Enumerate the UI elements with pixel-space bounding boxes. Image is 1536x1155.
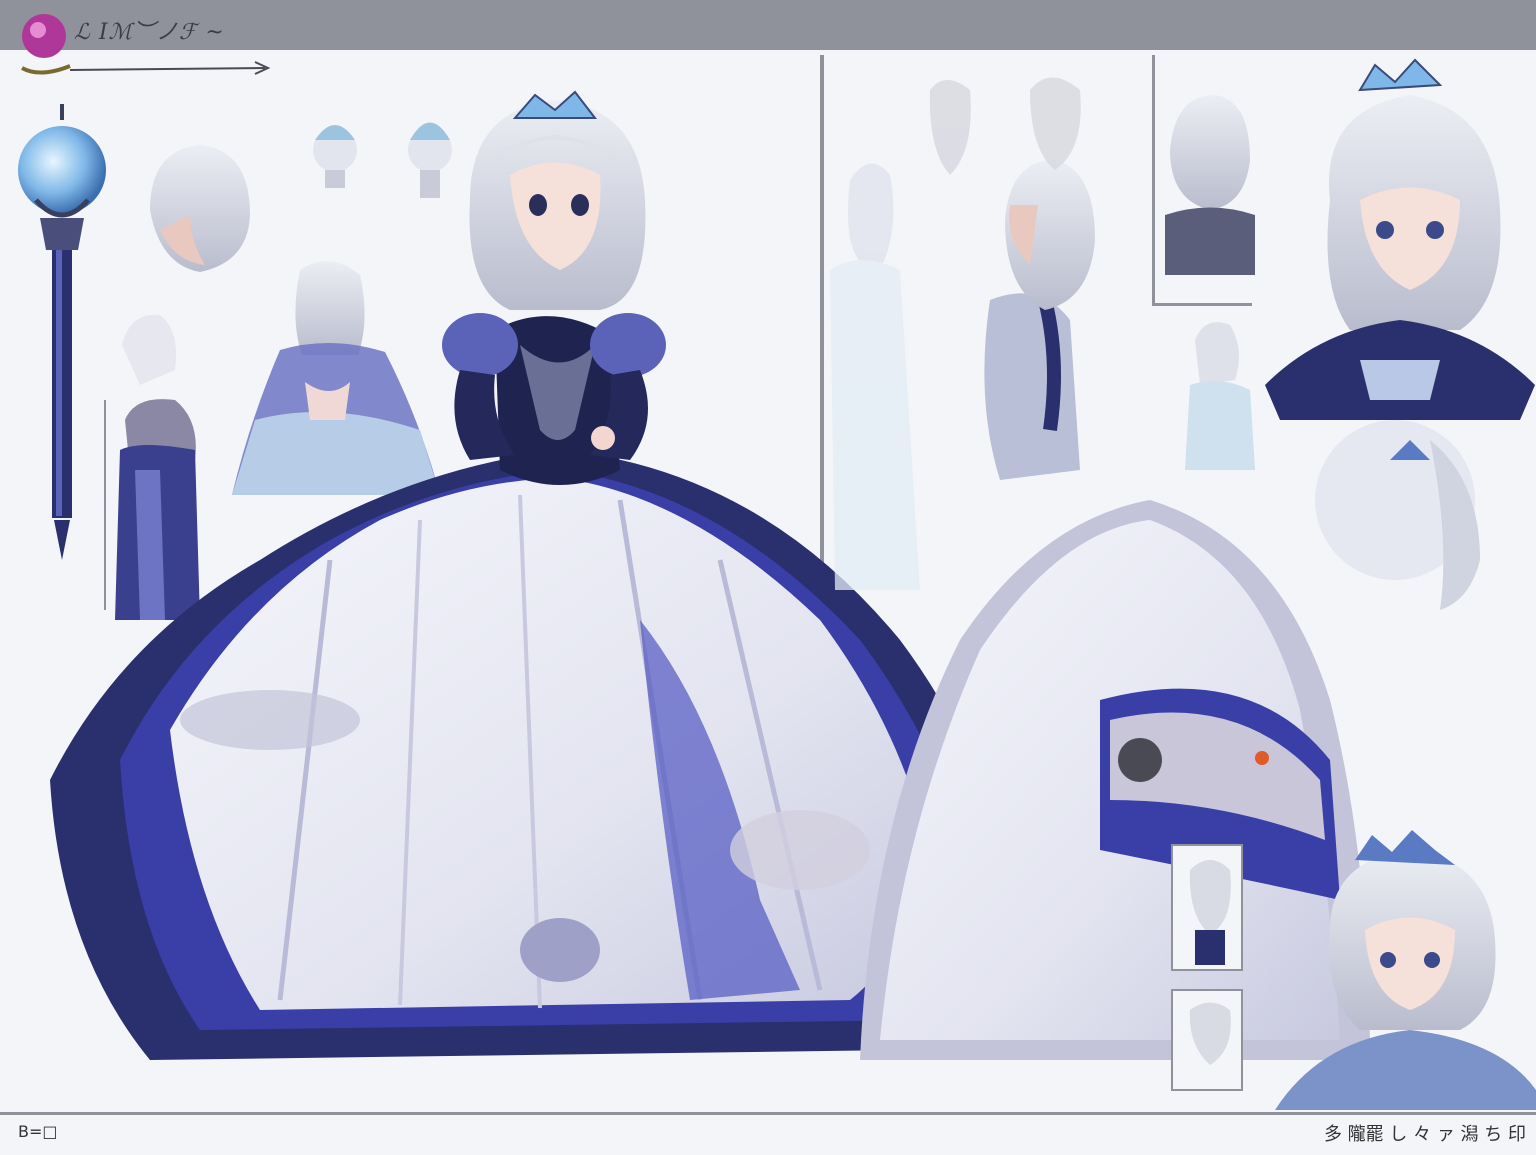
frame-line (1152, 55, 1155, 305)
head-sketch-2 (313, 125, 357, 188)
framed-thumbnail-1 (1171, 844, 1243, 971)
head-sketch-3 (408, 122, 452, 198)
framed-portrait (1165, 95, 1255, 275)
character-illustration (18, 14, 1536, 1110)
footer-strip (0, 1112, 1536, 1155)
crystal-staff (18, 104, 106, 560)
guide-line (820, 55, 824, 615)
head-sketch-1 (150, 145, 250, 272)
footer-left-label: B=□ (18, 1122, 58, 1141)
main-figure-back (860, 160, 1370, 1060)
bust-portrait (1265, 58, 1535, 420)
sheet-title: ℒ Iℳ︶ノℱ ~ (74, 20, 225, 45)
frame-line (1152, 303, 1252, 306)
back-view-sketch (232, 261, 440, 495)
framed-thumbnail-2 (1171, 989, 1243, 1091)
small-figure-sketch (1185, 322, 1255, 470)
footer-right-label: 多 隴罷 し 々 ァ 潟 ち 印 (1323, 1124, 1526, 1145)
side-head-large (1315, 420, 1480, 610)
profile-sketch (104, 314, 200, 620)
